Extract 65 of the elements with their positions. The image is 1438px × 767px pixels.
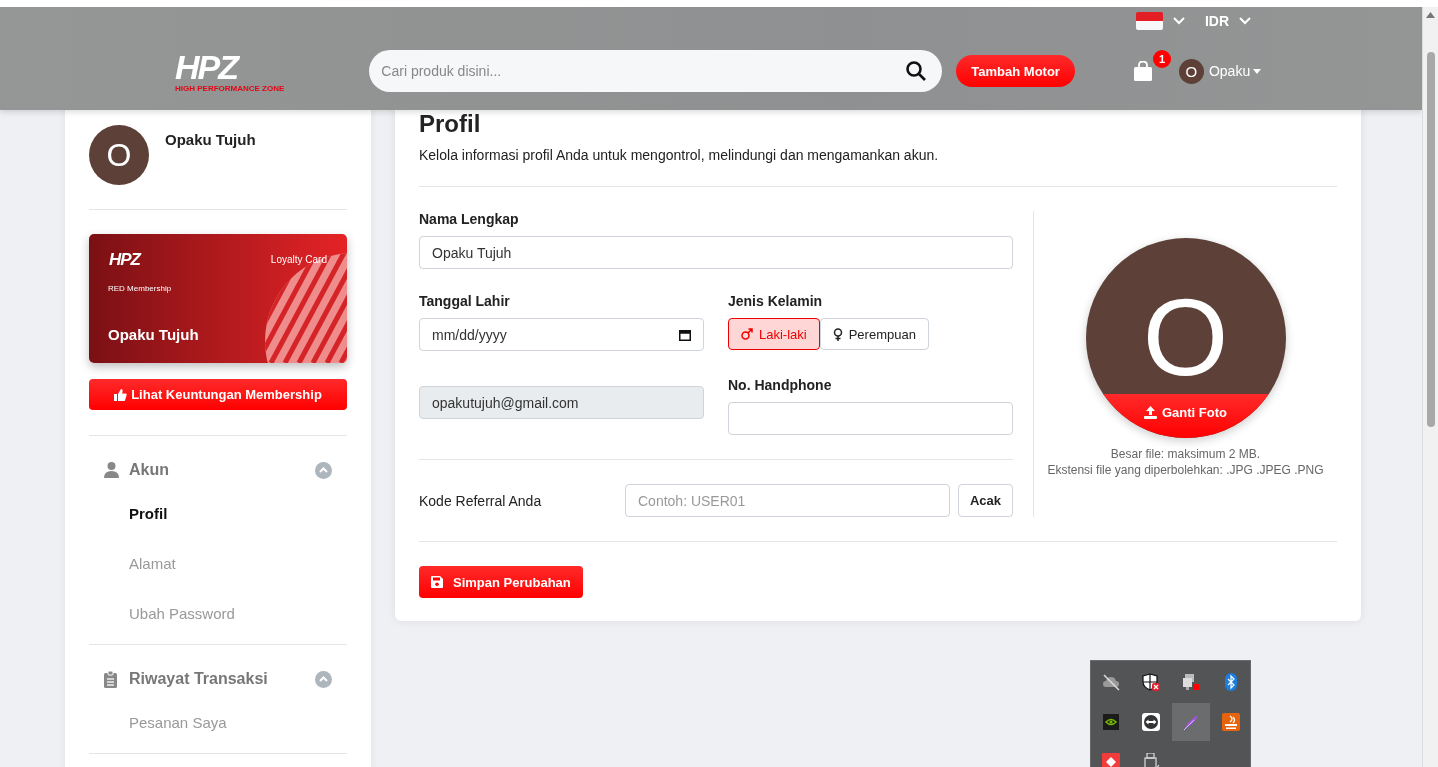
app-icon[interactable] — [1102, 753, 1120, 767]
collapse-toggle-icon[interactable] — [315, 670, 332, 688]
full-name-field[interactable]: Opaku Tujuh — [419, 236, 1013, 269]
sidebar-link[interactable]: Pesanan Saya — [129, 711, 347, 735]
scrollbar-thumb[interactable] — [1426, 52, 1435, 427]
membership-tier-label: RED Membership — [108, 284, 172, 293]
clipboard-icon — [104, 670, 117, 688]
shield-icon[interactable] — [1142, 673, 1160, 691]
card-holder-name: Opaku Tujuh — [108, 326, 199, 343]
male-icon — [741, 328, 753, 340]
search-icon[interactable] — [905, 60, 928, 82]
collapse-toggle-icon[interactable] — [315, 461, 332, 479]
card-logo: HPZ — [109, 250, 140, 270]
user-avatar[interactable]: O — [1178, 58, 1204, 84]
add-motor-button[interactable]: Tambah Motor — [956, 55, 1075, 87]
field-label: Tanggal Lahir — [419, 293, 511, 309]
usb-drive-icon[interactable] — [1142, 753, 1160, 767]
currency-selector[interactable]: IDR — [1204, 13, 1229, 29]
sidebar-link[interactable]: Alamat — [129, 552, 347, 576]
upload-icon — [1144, 405, 1157, 419]
feather-icon[interactable] — [1182, 713, 1200, 731]
cloud-off-icon[interactable] — [1102, 673, 1120, 691]
caret-icon — [1253, 68, 1262, 74]
section-title[interactable]: Riwayat Transaksi — [129, 670, 315, 688]
membership-benefits-button[interactable]: Lihat Keuntungan Membership — [89, 379, 347, 410]
section-title[interactable]: Akun — [129, 461, 315, 479]
bluetooth-icon[interactable] — [1222, 673, 1240, 691]
thumbs-up-icon — [114, 388, 128, 401]
phone-field[interactable] — [728, 402, 1013, 435]
birth-date-field[interactable]: mm/dd/yyyy — [419, 318, 704, 351]
calendar-icon[interactable] — [679, 328, 691, 341]
user-icon — [104, 462, 119, 478]
remote-icon[interactable] — [1142, 713, 1160, 731]
field-label: No. Handphone — [728, 377, 833, 393]
field-label: Kode Referral Anda — [419, 492, 543, 509]
randomize-button[interactable]: Acak — [958, 484, 1013, 517]
file-requirement-note: Besar file: maksimum 2 MB. — [1109, 446, 1262, 462]
search-field[interactable]: Cari produk disini... — [369, 50, 943, 92]
stove-icon[interactable] — [1222, 713, 1240, 731]
user-name: Opaku Tujuh — [165, 131, 256, 150]
scroll-up-icon[interactable] — [1426, 12, 1435, 18]
female-icon — [832, 327, 843, 341]
flag-icon[interactable] — [1135, 12, 1163, 30]
card-label: Loyalty Card — [270, 254, 327, 265]
sidebar-link[interactable]: Ubah Password — [129, 602, 347, 626]
page-description: Kelola informasi profil Anda untuk mengontrol, melindungi dan mengamankan akun. — [419, 147, 940, 163]
file-requirement-note: Ekstensi file yang diperbolehkan: .JPG .JPEG .PNG — [1047, 462, 1324, 478]
chevron-down-icon[interactable] — [1172, 17, 1185, 25]
computers-icon[interactable] — [1182, 673, 1200, 691]
save-changes-button[interactable]: Simpan Perubahan — [419, 566, 583, 598]
chevron-down-icon[interactable] — [1239, 17, 1251, 25]
user-menu[interactable]: Opaku — [1208, 63, 1262, 79]
gender-option[interactable]: Laki-laki — [728, 318, 820, 350]
avatar-initial: O — [1142, 282, 1229, 392]
chip-icon[interactable] — [1102, 713, 1120, 731]
gender-option[interactable]: Perempuan — [819, 318, 929, 350]
cart-count-badge: 1 — [1152, 50, 1171, 68]
referral-code-field[interactable]: Contoh: USER01 — [625, 484, 950, 517]
page-title: Profil — [419, 109, 482, 139]
field-label: Jenis Kelamin — [728, 293, 824, 309]
shopping-bag-icon[interactable] — [1133, 61, 1152, 81]
field-label: Nama Lengkap — [419, 211, 520, 227]
logo[interactable]: HPZ HIGH PERFORMANCE ZONE — [175, 49, 285, 93]
sidebar-link[interactable]: Profil — [129, 502, 347, 526]
user-avatar: O — [89, 125, 149, 185]
